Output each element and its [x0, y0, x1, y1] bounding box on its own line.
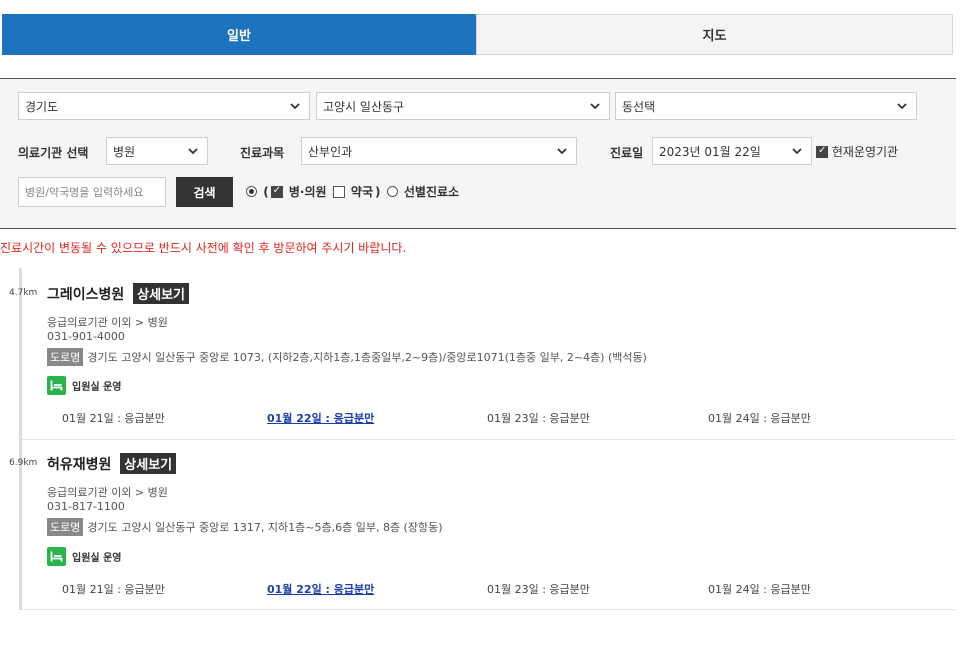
pharmacy-checkbox[interactable]: [332, 186, 345, 198]
paren-open: (: [263, 185, 269, 199]
schedule-day: 01월 21일 : 응급분만: [62, 583, 165, 596]
distance: 6.9km: [9, 458, 38, 468]
hospital-category: 응급의료기관 이외 > 병원: [47, 486, 168, 499]
schedule-day-today[interactable]: 01월 22일 : 응급분만: [267, 581, 374, 597]
schedule-day: 01월 23일 : 응급분만: [487, 412, 590, 425]
hospital-name-text: 그레이스병원: [47, 287, 125, 303]
hospital-address: 도로명 경기도 고양시 일산동구 중앙로 1073, (지하2층,지하1층,1층중…: [47, 348, 647, 366]
schedule-day: 01월 24일 : 응급분만: [708, 583, 811, 596]
district-value: 동선택: [622, 99, 656, 114]
paren-close: ): [375, 185, 381, 199]
search-input[interactable]: 병원/약국명을 입력하세요: [18, 177, 166, 207]
result-divider: [22, 609, 956, 610]
screening-clinic-radio[interactable]: [386, 186, 398, 197]
view-tabs: 일반 지도: [2, 14, 953, 55]
hospital-option-label: 병·의원: [288, 185, 327, 199]
institution-value: 병원: [113, 144, 136, 159]
hospital-phone: 031-817-1100: [47, 500, 125, 513]
department-value: 산부인과: [308, 144, 353, 159]
chevron-down-icon: [897, 103, 907, 110]
province-value: 경기도: [25, 99, 59, 114]
current-operating-checkbox[interactable]: [816, 145, 828, 158]
hospital-name-text: 허유재병원: [47, 457, 112, 473]
date-value: 2023년 01월 22일: [659, 144, 761, 159]
notice-text: 진료시간이 변동될 수 있으므로 반드시 사전에 확인 후 방문하여 주시기 바…: [0, 241, 407, 255]
road-name-tag: 도로명: [47, 348, 84, 366]
hospital-category: 응급의료기관 이외 > 병원: [47, 316, 168, 329]
department-label: 진료과목: [240, 146, 285, 160]
search-filter-panel: 경기도 고양시 일산동구 동선택 의료기관 선택 병원 진료과목 산부인과 진료…: [0, 78, 956, 229]
tab-map[interactable]: 지도: [476, 14, 953, 55]
bed-icon: [47, 547, 66, 566]
hospital-address: 도로명 경기도 고양시 일산동구 중앙로 1317, 지하1층~5층,6층 일부,…: [47, 518, 443, 536]
schedule-day: 01월 24일 : 응급분만: [708, 412, 811, 425]
institution-label: 의료기관 선택: [18, 146, 89, 160]
hospital-name: 그레이스병원 상세보기: [47, 283, 189, 304]
detail-button[interactable]: 상세보기: [120, 453, 177, 474]
hospital-checkbox[interactable]: [270, 185, 283, 198]
current-operating-option[interactable]: 현재운영기관: [816, 143, 898, 160]
city-value: 고양시 일산동구: [323, 99, 405, 114]
pharmacy-option-label: 약국: [350, 185, 374, 199]
schedule-day: 01월 21일 : 응급분만: [62, 412, 165, 425]
date-select[interactable]: 2023년 01월 22일: [652, 137, 812, 165]
bed-label: 입원실 운영: [72, 382, 122, 393]
tab-general[interactable]: 일반: [2, 14, 476, 55]
hospital-name: 허유재병원 상세보기: [47, 453, 177, 474]
bed-icon: [47, 376, 66, 395]
address-text: 경기도 고양시 일산동구 중앙로 1317, 지하1층~5층,6층 일부, 8층…: [87, 521, 443, 534]
screening-option-label: 선별진료소: [403, 185, 460, 199]
schedule-day: 01월 23일 : 응급분만: [487, 583, 590, 596]
hospital-pharmacy-radio[interactable]: [246, 186, 257, 197]
schedule-day-today[interactable]: 01월 22일 : 응급분만: [267, 410, 374, 426]
inpatient-ward-info: 입원실 운영: [47, 547, 121, 566]
chevron-down-icon: [557, 148, 567, 155]
date-label: 진료일: [610, 146, 644, 160]
hospital-phone: 031-901-4000: [47, 330, 125, 343]
road-name-tag: 도로명: [47, 518, 84, 536]
distance: 4.7km: [9, 288, 38, 298]
search-button[interactable]: 검색: [176, 177, 233, 207]
chevron-down-icon: [290, 103, 300, 110]
city-select[interactable]: 고양시 일산동구: [316, 92, 610, 120]
chevron-down-icon: [590, 103, 600, 110]
inpatient-ward-info: 입원실 운영: [47, 376, 121, 395]
department-select[interactable]: 산부인과: [301, 137, 577, 165]
facility-type-options: ( 병·의원 약국) 선별진료소: [246, 183, 461, 200]
address-text: 경기도 고양시 일산동구 중앙로 1073, (지하2층,지하1층,1층중일부,…: [87, 351, 647, 364]
detail-button[interactable]: 상세보기: [133, 283, 189, 304]
chevron-down-icon: [792, 148, 802, 155]
current-operating-label: 현재운영기관: [831, 145, 899, 159]
district-select[interactable]: 동선택: [615, 92, 917, 120]
bed-label: 입원실 운영: [72, 553, 122, 564]
province-select[interactable]: 경기도: [18, 92, 310, 120]
chevron-down-icon: [188, 148, 198, 155]
institution-select[interactable]: 병원: [106, 137, 208, 165]
result-divider: [22, 439, 956, 440]
